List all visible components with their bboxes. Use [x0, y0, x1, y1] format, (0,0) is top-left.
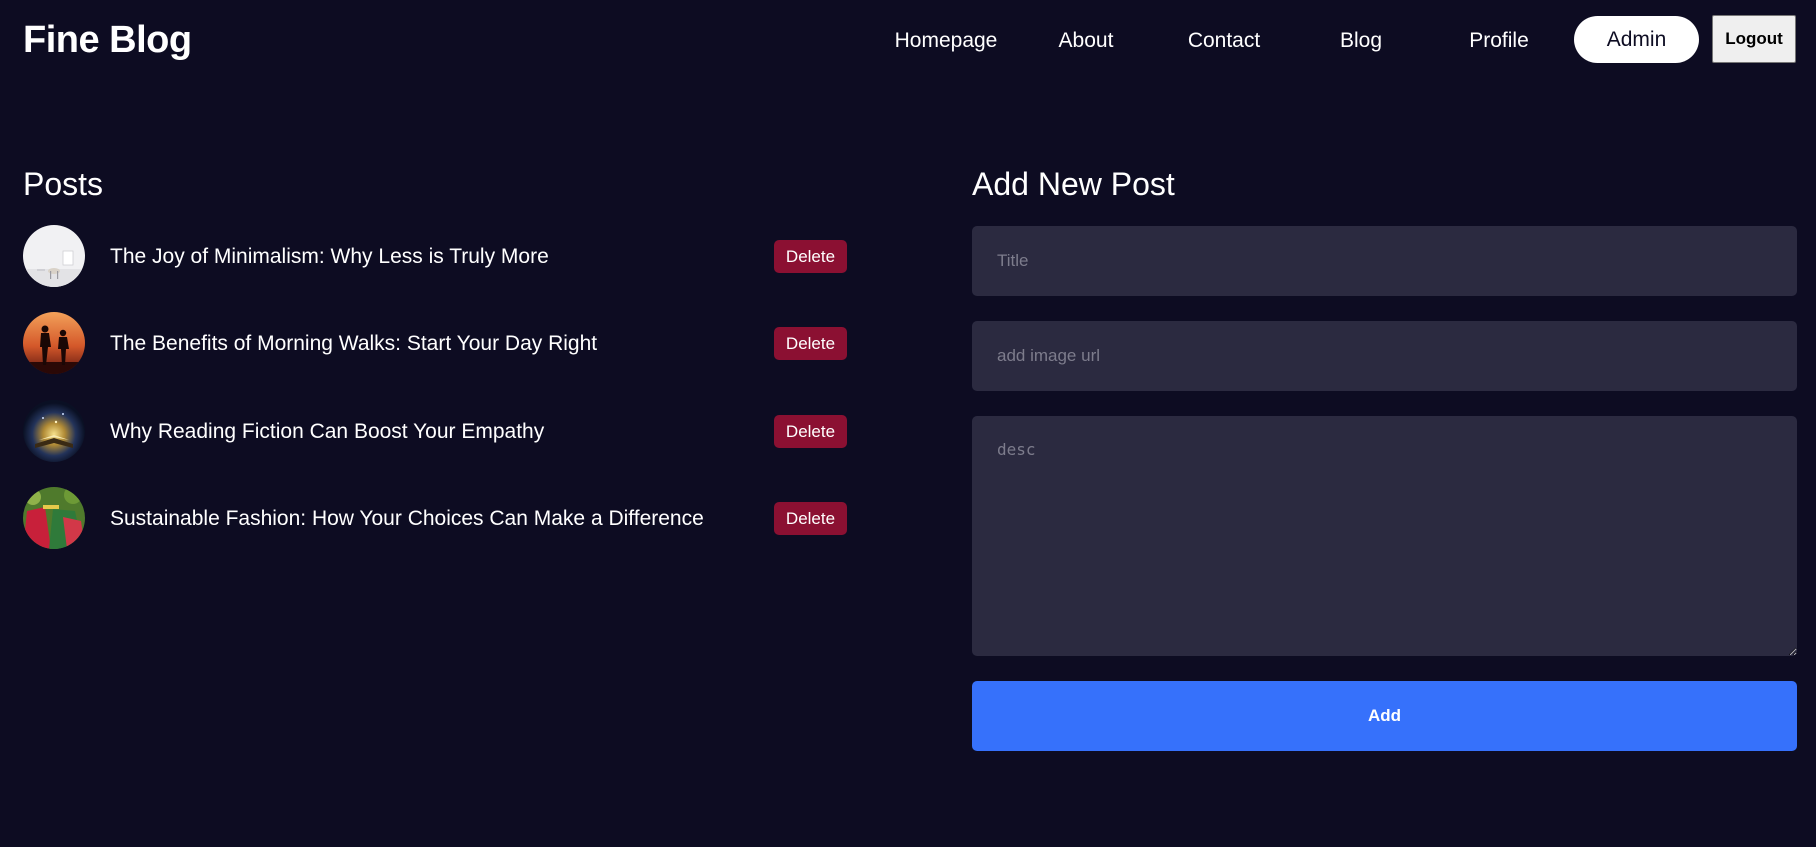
add-post-button[interactable]: Add [972, 681, 1797, 751]
nav-contact-link[interactable]: Contact [1180, 28, 1268, 54]
nav-homepage-link[interactable]: Homepage [884, 28, 1008, 54]
minimal-room-image [23, 225, 85, 287]
post-row: Why Reading Fiction Can Boost Your Empat… [23, 400, 847, 464]
post-thumbnail[interactable] [23, 400, 85, 462]
nav-blog-link[interactable]: Blog [1335, 28, 1387, 54]
post-title-input[interactable] [972, 226, 1797, 296]
post-thumbnail[interactable] [23, 225, 85, 287]
post-row: The Joy of Minimalism: Why Less is Truly… [23, 225, 847, 289]
colorful-clothing-image [23, 487, 85, 549]
sunset-walkers-image [23, 312, 85, 374]
post-thumbnail[interactable] [23, 312, 85, 374]
delete-post-button[interactable]: Delete [774, 327, 847, 360]
post-title[interactable]: Sustainable Fashion: How Your Choices Ca… [110, 506, 704, 532]
add-post-heading: Add New Post [972, 166, 1175, 202]
nav-about-link[interactable]: About [1053, 28, 1119, 54]
site-logo[interactable]: Fine Blog [23, 18, 192, 62]
post-title[interactable]: The Benefits of Morning Walks: Start You… [110, 331, 597, 357]
delete-post-button[interactable]: Delete [774, 502, 847, 535]
posts-heading: Posts [23, 166, 104, 202]
post-row: The Benefits of Morning Walks: Start You… [23, 312, 847, 376]
logout-button[interactable]: Logout [1712, 15, 1796, 63]
glowing-book-image [23, 400, 85, 462]
post-title[interactable]: The Joy of Minimalism: Why Less is Truly… [110, 244, 549, 270]
delete-post-button[interactable]: Delete [774, 240, 847, 273]
image-url-input[interactable] [972, 321, 1797, 391]
description-textarea[interactable] [972, 416, 1797, 656]
post-thumbnail[interactable] [23, 487, 85, 549]
nav-profile-link[interactable]: Profile [1462, 28, 1536, 54]
admin-button[interactable]: Admin [1574, 16, 1699, 63]
post-title[interactable]: Why Reading Fiction Can Boost Your Empat… [110, 419, 544, 445]
post-row: Sustainable Fashion: How Your Choices Ca… [23, 487, 847, 551]
delete-post-button[interactable]: Delete [774, 415, 847, 448]
header: Fine Blog Homepage About Contact Blog Pr… [0, 0, 1816, 80]
